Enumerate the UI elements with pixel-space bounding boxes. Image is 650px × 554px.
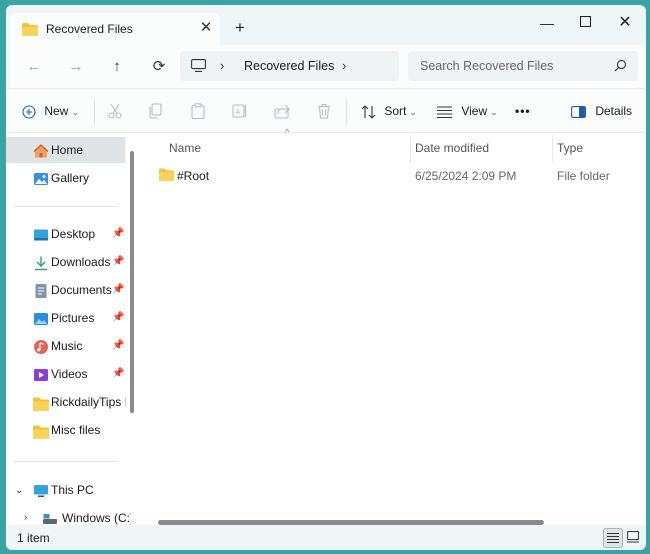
view-label: View <box>461 104 488 118</box>
videos-icon <box>33 366 49 382</box>
sidebar-item-documents[interactable]: Documents 📌 <box>6 277 126 303</box>
sidebar-item-desktop[interactable]: Desktop 📌 <box>6 221 126 247</box>
gallery-icon <box>33 170 49 186</box>
new-button[interactable]: New ⌄ <box>22 99 79 123</box>
home-icon <box>33 142 49 158</box>
cut-icon[interactable] <box>108 103 122 122</box>
add-icon <box>22 105 36 119</box>
documents-icon <box>33 282 49 298</box>
music-icon <box>33 338 49 354</box>
sort-label: Sort <box>384 104 407 118</box>
sidebar-item-misc-files[interactable]: Misc files <box>6 417 126 443</box>
sidebar-item-rickdailytips[interactable]: RickdailyTips Im <box>6 389 126 415</box>
copy-icon[interactable] <box>148 103 162 122</box>
up-button[interactable]: ↑ <box>105 55 129 79</box>
details-view-icon <box>607 533 619 543</box>
drive-icon <box>42 510 58 526</box>
new-label: New <box>44 104 69 118</box>
sidebar-item-pictures[interactable]: Pictures 📌 <box>6 305 126 331</box>
table-row[interactable]: #Root 6/25/2024 2:09 PM File folder <box>143 163 646 189</box>
sort-button[interactable]: Sort ⌄ <box>361 99 417 123</box>
pin-icon: 📌 <box>112 228 125 239</box>
sort-ascending-icon: ^ <box>285 127 290 137</box>
pin-icon: 📌 <box>112 284 125 295</box>
minimize-button[interactable]: — <box>532 11 562 35</box>
tab-recovered-files[interactable]: Recovered Files ✕ <box>10 13 220 45</box>
close-window-button[interactable]: ✕ <box>610 11 640 35</box>
folder-icon <box>159 168 174 184</box>
svg-text:A: A <box>235 108 240 116</box>
rename-icon[interactable]: A <box>232 103 248 122</box>
refresh-button[interactable]: ⟳ <box>147 55 171 79</box>
pin-icon: 📌 <box>112 368 125 379</box>
file-date: 6/25/2024 2:09 PM <box>415 169 517 183</box>
sidebar-divider <box>14 461 118 462</box>
sidebar-item-home[interactable]: Home <box>6 137 125 163</box>
search-input[interactable]: Search Recovered Files <box>408 51 638 81</box>
sort-icon <box>361 105 376 119</box>
folder-icon <box>22 23 38 39</box>
pc-icon <box>191 59 206 75</box>
share-icon[interactable] <box>274 103 290 122</box>
file-name: #Root <box>177 169 210 183</box>
maximize-icon <box>579 15 591 28</box>
file-list: ^ Name Date modified Type #Root 6/25/202… <box>143 127 646 526</box>
chevron-down-icon[interactable]: ⌄ <box>15 478 23 503</box>
close-tab-button[interactable]: ✕ <box>196 18 216 38</box>
column-header-type[interactable]: Type <box>557 141 583 155</box>
tiles-view-icon <box>627 531 639 543</box>
chevron-right-icon[interactable]: › <box>342 58 346 73</box>
pin-icon: 📌 <box>112 340 125 351</box>
column-header-name[interactable]: Name <box>169 141 201 155</box>
sidebar-item-videos[interactable]: Videos 📌 <box>6 361 126 387</box>
details-view-button[interactable] <box>603 528 623 548</box>
desktop-icon <box>33 226 49 242</box>
tab-title: Recovered Files <box>46 22 133 36</box>
column-header-date-modified[interactable]: Date modified <box>415 141 489 155</box>
navigation-bar: ← → ↑ ⟳ › Recovered Files › Search Recov… <box>10 45 646 88</box>
tiles-view-button[interactable] <box>624 528 642 546</box>
delete-icon[interactable] <box>317 103 331 122</box>
sidebar-item-music[interactable]: Music 📌 <box>6 333 126 359</box>
view-icon <box>437 106 452 118</box>
search-icon <box>614 59 627 75</box>
details-pane-icon <box>571 105 586 118</box>
paste-icon[interactable] <box>191 103 205 122</box>
back-button[interactable]: ← <box>22 55 46 79</box>
pc-icon <box>33 482 49 498</box>
downloads-icon <box>33 254 49 271</box>
chevron-right-icon: › <box>220 58 225 73</box>
details-pane-button[interactable]: Details <box>571 99 632 123</box>
sidebar-item-downloads[interactable]: Downloads 📌 <box>6 249 126 275</box>
file-type: File folder <box>557 169 610 183</box>
forward-button[interactable]: → <box>64 55 88 79</box>
pictures-icon <box>33 310 49 326</box>
navigation-pane: Home Gallery Desktop 📌 Downloads 📌 Docum… <box>6 133 137 526</box>
file-explorer-window: Recovered Files ✕ + — ✕ ← → ↑ ⟳ › Recove… <box>6 5 646 550</box>
maximize-button[interactable] <box>570 11 600 35</box>
details-label: Details <box>595 104 633 118</box>
breadcrumb-item[interactable]: Recovered Files <box>244 59 334 73</box>
folder-icon <box>33 422 49 439</box>
pin-icon: 📌 <box>112 312 125 323</box>
pin-icon: 📌 <box>112 256 125 267</box>
folder-icon <box>33 394 49 411</box>
view-button[interactable]: View ⌄ <box>437 99 498 123</box>
item-count: 1 item <box>17 531 50 545</box>
sidebar-scrollbar[interactable] <box>130 151 134 413</box>
command-bar: New ⌄ A Sort ⌄ View ⌄ ••• Details <box>6 88 646 133</box>
sidebar-item-gallery[interactable]: Gallery <box>6 165 126 191</box>
status-bar: 1 item <box>6 525 646 550</box>
title-bar: Recovered Files ✕ + — ✕ <box>6 5 646 45</box>
search-placeholder: Search Recovered Files <box>420 59 554 73</box>
more-options-button[interactable]: ••• <box>515 99 531 123</box>
sidebar-item-this-pc[interactable]: ⌄ This PC <box>6 477 131 503</box>
content-area: Home Gallery Desktop 📌 Downloads 📌 Docum… <box>6 127 646 526</box>
address-bar[interactable]: › Recovered Files › <box>180 51 399 81</box>
sidebar-divider <box>14 206 118 207</box>
new-tab-button[interactable]: + <box>230 18 250 38</box>
